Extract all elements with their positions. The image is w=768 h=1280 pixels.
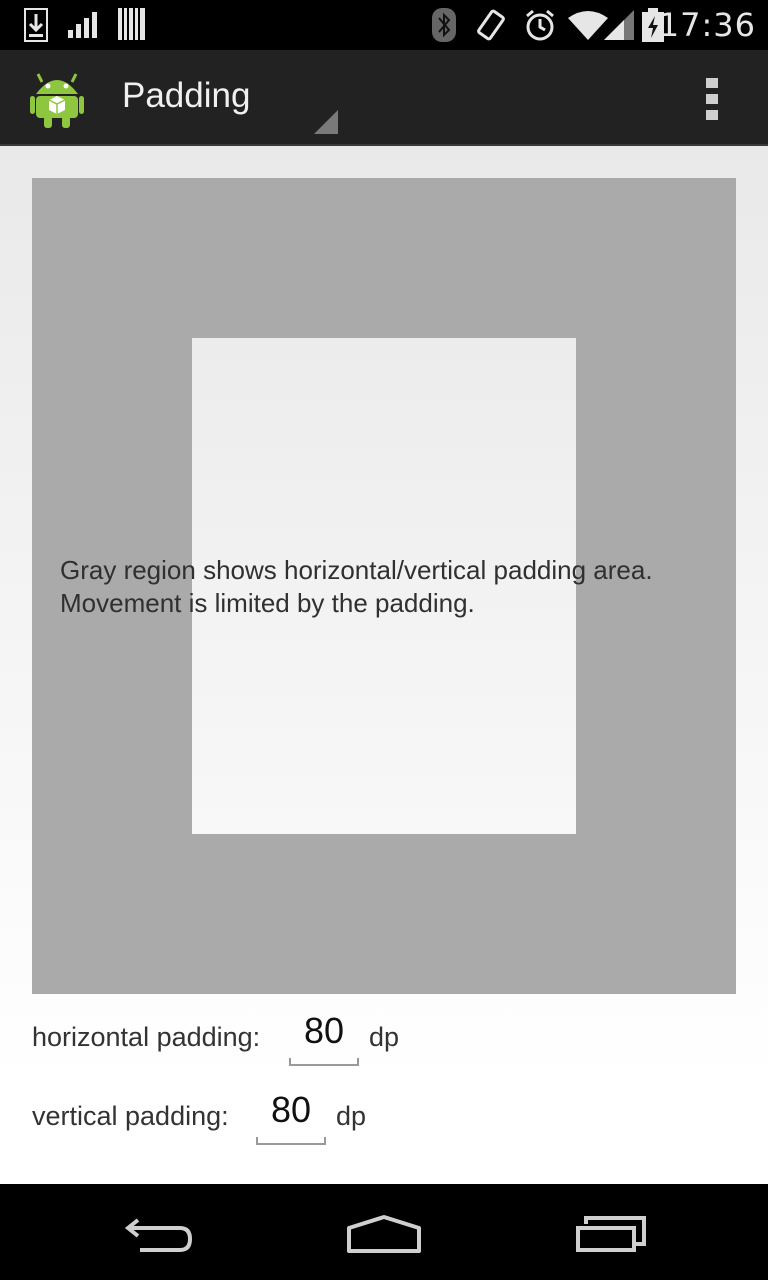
home-icon[interactable] (346, 1214, 422, 1254)
back-icon[interactable] (124, 1214, 196, 1254)
barcode-icon (118, 8, 145, 40)
spinner-dropdown-indicator-icon[interactable] (314, 110, 338, 134)
clock: 17:36 (658, 6, 756, 44)
cell-signal-icon (604, 10, 634, 40)
bluetooth-icon (432, 8, 456, 42)
status-bar: 17:36 (0, 0, 768, 50)
android-robot-icon[interactable] (30, 68, 84, 128)
download-icon (24, 8, 48, 42)
horizontal-padding-label: horizontal padding: (32, 1022, 261, 1052)
horizontal-padding-underline (289, 1058, 359, 1066)
description-line-1: Gray region shows horizontal/vertical pa… (60, 555, 653, 585)
horizontal-padding-unit: dp (369, 1022, 400, 1052)
horizontal-padding-input[interactable]: 80 (289, 1010, 359, 1052)
wifi-icon (568, 11, 608, 40)
padding-area: Gray region shows horizontal/vertical pa… (32, 178, 736, 994)
rotate-icon (477, 9, 505, 41)
action-bar: Padding (0, 50, 768, 146)
vertical-padding-label: vertical padding: (32, 1101, 229, 1131)
page-title[interactable]: Padding (122, 76, 250, 116)
overflow-menu-icon[interactable] (700, 78, 724, 120)
recent-apps-icon[interactable] (574, 1216, 648, 1254)
content-area: Gray region shows horizontal/vertical pa… (0, 146, 768, 1184)
alarm-icon (526, 9, 554, 41)
description-line-2: Movement is limited by the padding. (60, 588, 475, 618)
vertical-padding-unit: dp (336, 1101, 367, 1131)
vertical-padding-underline (256, 1137, 326, 1145)
navigation-bar (0, 1184, 768, 1280)
description: Gray region shows horizontal/vertical pa… (60, 554, 653, 620)
vertical-padding-input[interactable]: 80 (256, 1089, 326, 1131)
signal-bars-icon (68, 12, 97, 38)
